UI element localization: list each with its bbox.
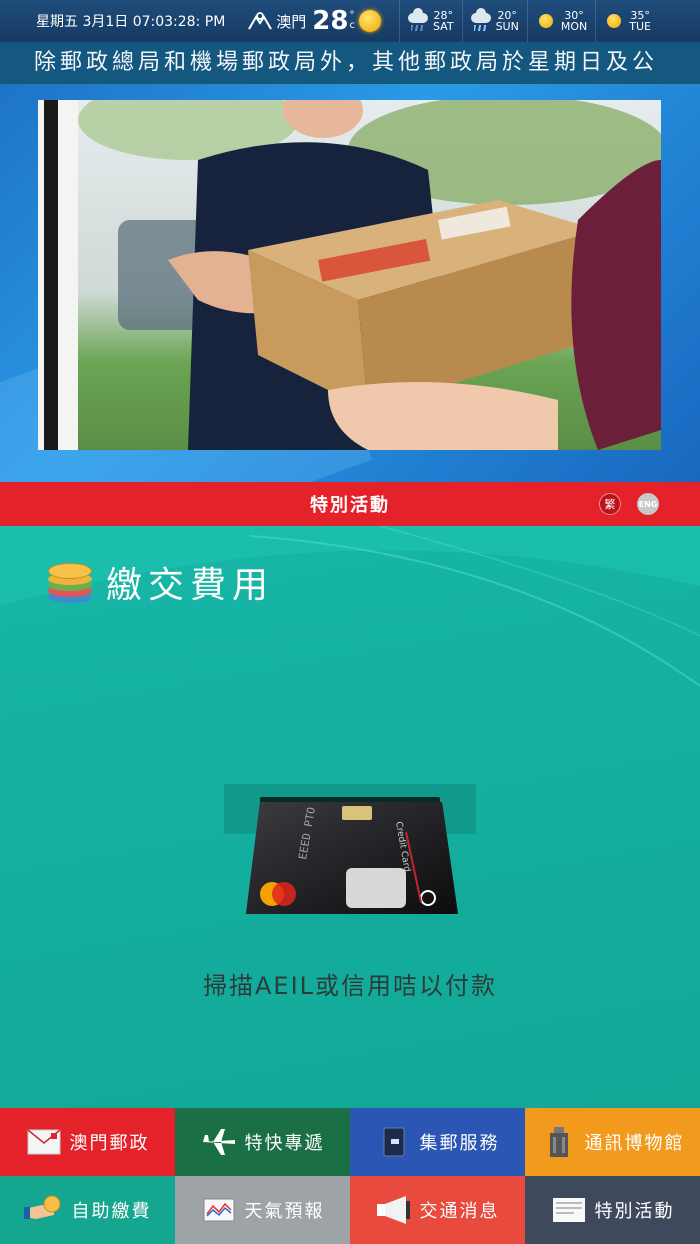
rain-cloud-icon [469, 8, 493, 32]
location-weather: 澳門 28 ° c [247, 8, 381, 34]
megaphone-icon [376, 1195, 412, 1225]
parcel-delivery-image [38, 100, 661, 450]
nav-special-events[interactable]: 特別活動 [525, 1176, 700, 1244]
payment-title: 繳交費用 [106, 565, 275, 606]
lang-english-button[interactable]: ENG [637, 493, 659, 515]
forecast: 28° SAT 20° SUN 30° MON 35° TUE [398, 0, 659, 42]
forecast-day: 20° SUN [461, 0, 527, 42]
nav-express-mail[interactable]: 特快專遞 [175, 1108, 350, 1176]
location-name: 澳門 [276, 12, 307, 31]
cloud-icon [406, 8, 430, 32]
coin-stack-icon [46, 559, 94, 605]
sun-icon [607, 14, 622, 28]
sun-icon [538, 14, 553, 28]
bottom-navigation: 澳門郵政 特快專遞 集郵服務 通訊博物館 自助繳費 天氣預報 交通消息 特別活動 [0, 1108, 700, 1244]
temperature-unit: ° c [349, 10, 355, 31]
nav-weather-forecast[interactable]: 天氣預報 [175, 1176, 350, 1244]
section-header-bar: 特別活動 繁 ENG [0, 482, 700, 526]
lang-traditional-chinese-button[interactable]: 繁 [599, 493, 621, 515]
nav-communications-museum[interactable]: 通訊博物館 [525, 1108, 700, 1176]
news-marquee: 除郵政總局和機場郵政局外，其他郵政局於星期日及公 [0, 42, 700, 84]
payment-instruction: 掃描AEIL或信用咭以付款 [202, 972, 498, 1000]
hero-banner [0, 84, 700, 482]
museum-icon [541, 1127, 577, 1157]
forecast-day: 28° SAT [398, 0, 462, 42]
nav-philately[interactable]: 集郵服務 [350, 1108, 525, 1176]
macau-logo-icon [248, 12, 273, 30]
nav-self-service-payment[interactable]: 自助繳費 [0, 1176, 175, 1244]
nav-macau-post[interactable]: 澳門郵政 [0, 1108, 175, 1176]
payment-panel: 繳交費用 EEED PTO EEED Credit Card 掃描AEIL或信用… [0, 526, 700, 1108]
stamp-book-icon [376, 1127, 412, 1157]
page-title: 特別活動 [310, 495, 390, 516]
envelope-icon [26, 1127, 62, 1157]
current-temperature: 28 [312, 6, 349, 36]
sun-icon [358, 10, 381, 32]
notice-icon [551, 1195, 587, 1225]
delivery-photo[interactable] [38, 100, 661, 450]
payment-heading: 繳交費用 [46, 556, 274, 608]
credit-card-icon: EEED PTO EEED Credit Card [246, 802, 458, 914]
datetime: 星期五 3月1日 07:03:28: PM [36, 14, 226, 30]
nav-traffic-news[interactable]: 交通消息 [350, 1176, 525, 1244]
forecast-day: 30° MON [526, 0, 595, 42]
status-bar: 星期五 3月1日 07:03:28: PM 澳門 28 ° c 28° SAT 2… [0, 0, 700, 42]
airplane-icon [201, 1127, 237, 1157]
hand-coin-icon [23, 1195, 64, 1225]
weather-chart-icon [201, 1195, 237, 1225]
forecast-day: 35° TUE [595, 0, 659, 42]
